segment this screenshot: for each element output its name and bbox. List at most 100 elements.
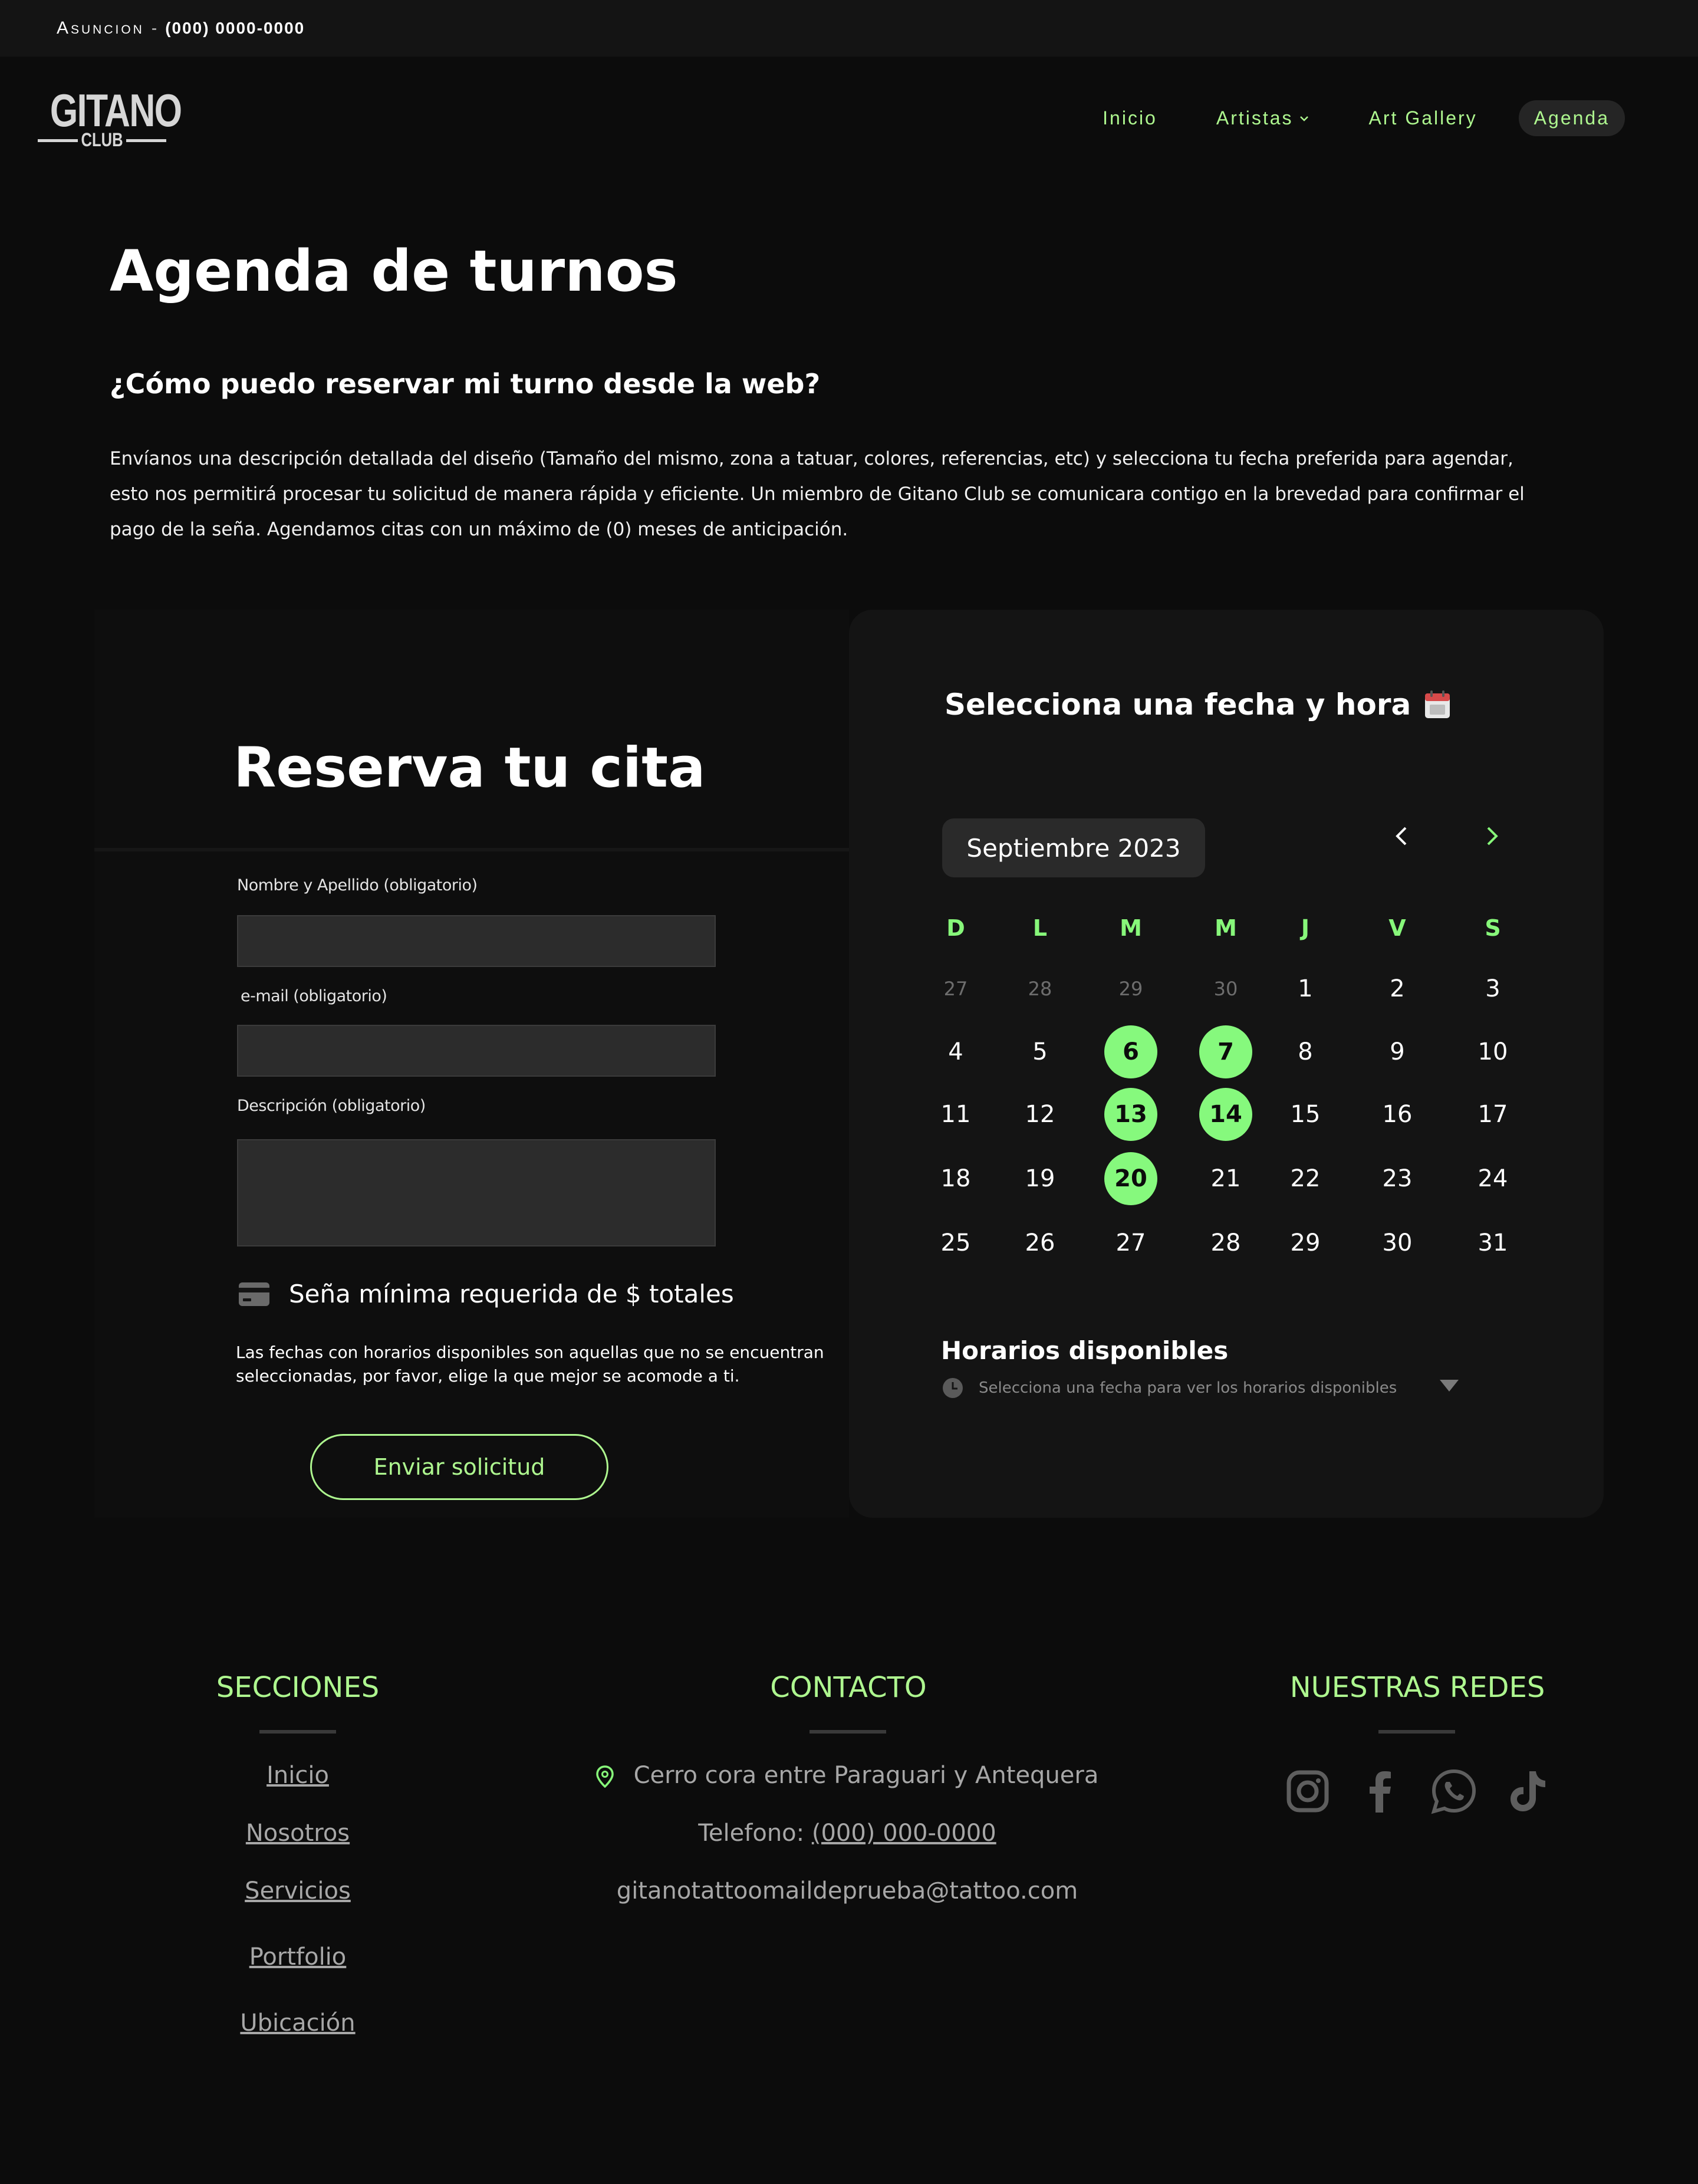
phone-label: Telefono: xyxy=(698,1820,805,1847)
email-field[interactable] xyxy=(237,1025,716,1077)
deposit-text: Seña mínima requerida de $ totales xyxy=(289,1280,734,1308)
weekday-label: L xyxy=(1032,915,1048,941)
whatsapp-icon[interactable] xyxy=(1430,1768,1477,1815)
calendar-day: 12 xyxy=(1025,1101,1055,1128)
nav-inicio[interactable]: Inicio xyxy=(1103,107,1157,129)
calendar-day-available[interactable]: 6 xyxy=(1104,1025,1157,1078)
nav-art-gallery[interactable]: Art Gallery xyxy=(1369,107,1477,129)
calendar-heading: Selecciona una fecha y hora xyxy=(945,688,1451,722)
calendar-day: 1 xyxy=(1298,975,1313,1002)
footer-address: Cerro cora entre Paraguari y Antequera xyxy=(552,1762,1142,1789)
page-subtitle: ¿Cómo puedo reservar mi turno desde la w… xyxy=(110,368,821,400)
weekday-label: V xyxy=(1388,915,1406,941)
calendar-day-available[interactable]: 20 xyxy=(1104,1152,1157,1205)
description-field[interactable] xyxy=(237,1139,716,1246)
calendar-day: 24 xyxy=(1477,1165,1508,1192)
footer-link-ubicacion[interactable]: Ubicación xyxy=(180,2009,416,2037)
calendar-icon xyxy=(1425,690,1450,718)
calendar-day: 11 xyxy=(940,1101,971,1128)
calendar-day: 9 xyxy=(1390,1038,1405,1065)
form-title: Reserva tu cita xyxy=(233,736,706,800)
chevron-left-icon xyxy=(1396,827,1407,846)
instagram-icon[interactable] xyxy=(1284,1768,1331,1815)
top-bar: Asuncion - (000) 0000-0000 xyxy=(0,0,1698,57)
calendar-day: 4 xyxy=(948,1038,963,1065)
weekday-label: M xyxy=(1215,915,1237,941)
slots-dropdown[interactable]: Selecciona una fecha para ver los horari… xyxy=(942,1377,1397,1399)
footer-email[interactable]: gitanotattoomaildeprueba@tattoo.com xyxy=(552,1877,1142,1905)
prev-month-button[interactable] xyxy=(1384,818,1420,854)
footer-link-inicio[interactable]: Inicio xyxy=(180,1762,416,1789)
footer-contact-divider xyxy=(809,1730,886,1734)
footer-link-portfolio[interactable]: Portfolio xyxy=(180,1943,416,1971)
calendar-day: 5 xyxy=(1032,1038,1048,1065)
calendar-day-outside: 28 xyxy=(1028,978,1052,1000)
calendar-day-available[interactable]: 14 xyxy=(1199,1088,1252,1141)
nav-artistas[interactable]: Artistas xyxy=(1216,107,1310,129)
calendar-day: 17 xyxy=(1477,1101,1508,1128)
address-text: Cerro cora entre Paraguari y Antequera xyxy=(633,1762,1099,1789)
deposit-info: Seña mínima requerida de $ totales xyxy=(238,1280,734,1308)
calendar-day: 3 xyxy=(1485,975,1500,1002)
logo-wordmark: GITANO xyxy=(50,84,182,136)
weekday-label: S xyxy=(1485,915,1501,941)
topbar-separator: - xyxy=(151,19,159,37)
calendar-day: 30 xyxy=(1382,1229,1413,1257)
email-label: e-mail (obligatorio) xyxy=(241,987,387,1005)
calendar-day-available[interactable]: 13 xyxy=(1104,1088,1157,1141)
city-label: Asuncion xyxy=(57,18,144,38)
calendar-day: 23 xyxy=(1382,1165,1413,1192)
form-divider xyxy=(94,848,849,851)
calendar-title: Selecciona una fecha y hora xyxy=(945,688,1411,722)
weekday-label: M xyxy=(1120,915,1142,941)
chevron-right-icon xyxy=(1487,827,1498,846)
calendar-day: 22 xyxy=(1290,1165,1321,1192)
calendar-day: 25 xyxy=(940,1229,971,1257)
site-header: GITANO CLUB Inicio Artistas Art Gallery … xyxy=(0,57,1698,175)
calendar-day: 16 xyxy=(1382,1101,1413,1128)
calendar-day-outside: 29 xyxy=(1118,978,1143,1000)
calendar-day: 31 xyxy=(1477,1229,1508,1257)
footer-social-title: NUESTRAS REDES xyxy=(1289,1671,1545,1704)
month-selector[interactable]: Septiembre 2023 xyxy=(942,818,1205,877)
calendar-day: 15 xyxy=(1290,1101,1321,1128)
next-month-button[interactable] xyxy=(1474,818,1509,854)
submit-button[interactable]: Enviar solicitud xyxy=(310,1434,608,1500)
social-links xyxy=(1284,1768,1577,1815)
name-label: Nombre y Apellido (obligatorio) xyxy=(237,876,478,894)
footer-contact-title: CONTACTO xyxy=(770,1671,927,1704)
calendar-day-available[interactable]: 7 xyxy=(1199,1025,1252,1078)
caret-down-icon[interactable] xyxy=(1439,1379,1460,1393)
calendar-day: 26 xyxy=(1025,1229,1055,1257)
footer-link-servicios[interactable]: Servicios xyxy=(180,1877,416,1905)
footer-social-divider xyxy=(1378,1730,1455,1734)
calendar-day: 2 xyxy=(1390,975,1405,1002)
calendar-day: 29 xyxy=(1290,1229,1321,1257)
footer-link-nosotros[interactable]: Nosotros xyxy=(180,1820,416,1847)
calendar-day: 18 xyxy=(940,1165,971,1192)
location-pin-icon xyxy=(595,1765,614,1788)
description-label: Descripción (obligatorio) xyxy=(237,1097,426,1115)
facebook-icon[interactable] xyxy=(1357,1768,1404,1815)
nav-agenda[interactable]: Agenda xyxy=(1518,100,1625,136)
footer-sections-divider xyxy=(259,1730,336,1734)
slots-title: Horarios disponibles xyxy=(941,1336,1229,1365)
calendar-day: 21 xyxy=(1210,1165,1241,1192)
calendar-day: 19 xyxy=(1025,1165,1055,1192)
weekday-label: J xyxy=(1301,915,1310,941)
weekday-label: D xyxy=(946,915,965,941)
credit-card-icon xyxy=(239,1282,269,1306)
intro-paragraph: Envíanos una descripción detallada del d… xyxy=(110,448,1525,540)
page-title: Agenda de turnos xyxy=(110,238,678,304)
gitano-club-logo[interactable]: GITANO CLUB xyxy=(35,84,182,150)
tiktok-icon[interactable] xyxy=(1503,1768,1551,1815)
name-field[interactable] xyxy=(237,915,716,967)
calendar-day: 27 xyxy=(1115,1229,1146,1257)
calendar-day: 28 xyxy=(1210,1229,1241,1257)
calendar-day: 8 xyxy=(1298,1038,1313,1065)
topbar-phone[interactable]: (000) 0000-0000 xyxy=(165,19,305,38)
footer-phone: Telefono: (000) 000-0000 xyxy=(552,1820,1142,1847)
nav-artistas-label: Artistas xyxy=(1216,107,1294,129)
phone-link[interactable]: (000) 000-0000 xyxy=(812,1820,996,1847)
calendar-day: 10 xyxy=(1477,1038,1508,1065)
